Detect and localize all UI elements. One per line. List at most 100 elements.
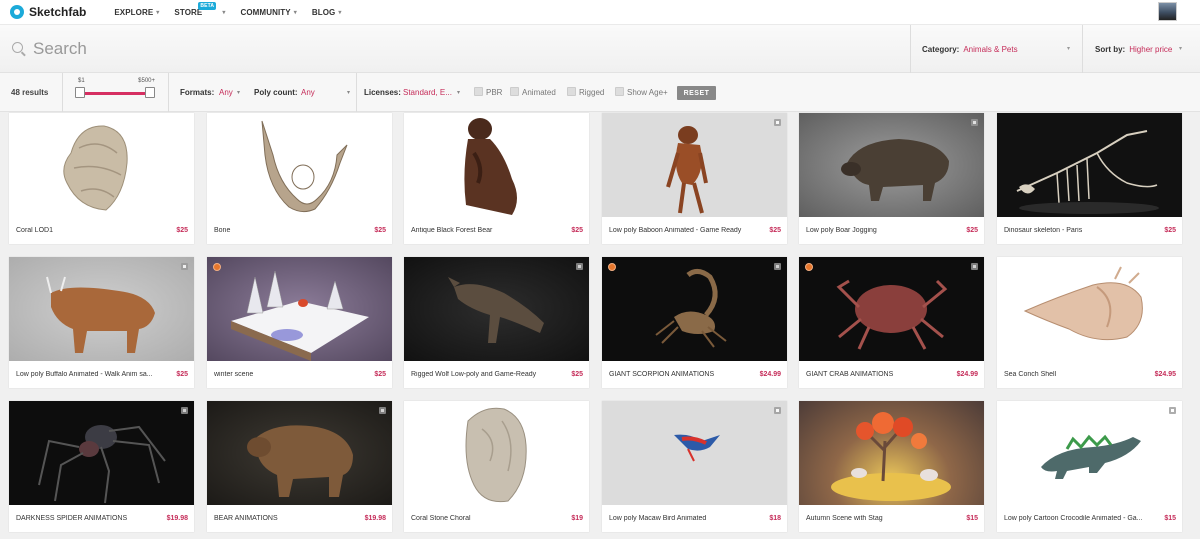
model-thumbnail[interactable] <box>602 113 787 217</box>
model-card[interactable]: Rigged Wolf Low-poly and Game-Ready $25 <box>404 257 589 388</box>
model-thumbnail[interactable] <box>9 257 194 361</box>
nav-explore[interactable]: EXPLORE ▾ <box>114 8 159 17</box>
search-input[interactable] <box>33 39 533 59</box>
model-title[interactable]: DARKNESS SPIDER ANIMATIONS <box>16 515 161 522</box>
model-title[interactable]: winter scene <box>214 371 359 378</box>
model-card[interactable]: Low poly Boar Jogging $25 <box>799 113 984 244</box>
model-title[interactable]: Coral Stone Choral <box>411 515 556 522</box>
animated-badge-icon <box>181 407 188 414</box>
model-thumbnail[interactable] <box>9 113 194 217</box>
model-title[interactable]: Coral LOD1 <box>16 227 161 234</box>
model-title[interactable]: Low poly Boar Jogging <box>806 227 951 234</box>
sort-value: Higher price <box>1129 44 1173 54</box>
model-thumbnail[interactable] <box>602 401 787 505</box>
model-card[interactable]: GIANT CRAB ANIMATIONS $24.99 <box>799 257 984 388</box>
price-min-handle[interactable] <box>75 87 85 98</box>
model-card[interactable]: Antique Black Forest Bear $25 <box>404 113 589 244</box>
model-card[interactable]: winter scene $25 <box>207 257 392 388</box>
model-title[interactable]: BEAR ANIMATIONS <box>214 515 359 522</box>
scorpion-thumbnail-art <box>655 269 727 348</box>
model-card[interactable]: Low poly Cartoon Crocodile Animated - Ga… <box>997 401 1182 532</box>
price-max-handle[interactable] <box>145 87 155 98</box>
model-card[interactable]: Dinosaur skeleton - Paris $25 <box>997 113 1182 244</box>
model-title[interactable]: Autumn Scene with Stag <box>806 515 951 522</box>
model-thumbnail[interactable] <box>602 257 787 361</box>
results-count: 48 results <box>11 88 49 97</box>
model-thumbnail[interactable] <box>207 257 392 361</box>
model-thumbnail[interactable] <box>799 113 984 217</box>
model-title[interactable]: Dinosaur skeleton - Paris <box>1004 227 1149 234</box>
conch-shell-thumbnail-art <box>1023 266 1143 341</box>
category-value: Animals & Pets <box>963 44 1018 54</box>
animated-checkbox[interactable] <box>510 87 519 96</box>
model-price: $25 <box>769 227 781 234</box>
sketchfab-logo[interactable]: Sketchfab <box>10 5 86 19</box>
model-title[interactable]: Antique Black Forest Bear <box>411 227 556 234</box>
model-title[interactable]: Low poly Macaw Bird Animated <box>609 515 754 522</box>
model-card[interactable]: GIANT SCORPION ANIMATIONS $24.99 <box>602 257 787 388</box>
price-range-slider[interactable]: $1 $500+ <box>75 77 155 107</box>
crocodile-thumbnail-art <box>1041 434 1141 479</box>
model-card[interactable]: BEAR ANIMATIONS $19.98 <box>207 401 392 532</box>
nav-blog[interactable]: BLOG ▾ <box>312 8 342 17</box>
formats-dropdown[interactable]: Any <box>219 88 233 97</box>
pbr-checkbox[interactable] <box>474 87 483 96</box>
sketchfab-logo-icon <box>10 5 24 19</box>
model-title[interactable]: GIANT CRAB ANIMATIONS <box>806 371 951 378</box>
model-title[interactable]: Low poly Cartoon Crocodile Animated - Ga… <box>1004 515 1149 522</box>
model-thumbnail[interactable] <box>997 401 1182 505</box>
model-thumbnail[interactable] <box>9 401 194 505</box>
model-card[interactable]: Coral Stone Choral $19 <box>404 401 589 532</box>
model-card[interactable]: Low poly Buffalo Animated - Walk Anim sa… <box>9 257 194 388</box>
nav-store[interactable]: STORE BETA ▾ <box>174 1 225 17</box>
model-title[interactable]: Rigged Wolf Low-poly and Game-Ready <box>411 371 556 378</box>
model-title[interactable]: Low poly Buffalo Animated - Walk Anim sa… <box>16 371 161 378</box>
price-slider-track[interactable] <box>80 92 150 95</box>
user-avatar[interactable] <box>1158 2 1177 21</box>
chevron-down-icon: ▾ <box>237 90 241 96</box>
model-card[interactable]: Sea Conch Shell $24.95 <box>997 257 1182 388</box>
top-navigation: Sketchfab EXPLORE ▾ STORE BETA ▾ COMMUNIT… <box>0 0 1200 25</box>
bear-statue-thumbnail-art <box>464 118 517 215</box>
reset-button[interactable]: RESET <box>677 86 716 100</box>
model-card[interactable]: Bone $25 <box>207 113 392 244</box>
price-min-label: $1 <box>78 78 85 84</box>
model-thumbnail[interactable] <box>997 113 1182 217</box>
model-card[interactable]: Low poly Macaw Bird Animated $18 <box>602 401 787 532</box>
show-age-checkbox[interactable] <box>615 87 624 96</box>
wolf-thumbnail-art <box>448 277 544 343</box>
model-card[interactable]: Low poly Baboon Animated - Game Ready $2… <box>602 113 787 244</box>
model-thumbnail[interactable] <box>404 113 589 217</box>
sort-dropdown[interactable]: Sort by: Higher price ▾ <box>1082 25 1200 73</box>
model-thumbnail[interactable] <box>997 257 1182 361</box>
poly-count-dropdown[interactable]: Any <box>301 88 315 97</box>
animated-icon <box>608 263 616 271</box>
model-thumbnail[interactable] <box>799 257 984 361</box>
buffalo-thumbnail-art <box>46 276 155 353</box>
model-title[interactable]: GIANT SCORPION ANIMATIONS <box>609 371 754 378</box>
model-title[interactable]: Bone <box>214 227 359 234</box>
model-title[interactable]: Low poly Baboon Animated - Game Ready <box>609 227 754 234</box>
model-title[interactable]: Sea Conch Shell <box>1004 371 1149 378</box>
bear-thumbnail-art <box>247 425 353 497</box>
model-thumbnail[interactable] <box>404 401 589 505</box>
category-dropdown[interactable]: Category: Animals & Pets ▾ <box>910 25 1082 73</box>
model-thumbnail[interactable] <box>207 401 392 505</box>
model-card[interactable]: Autumn Scene with Stag $15 <box>799 401 984 532</box>
nav-community[interactable]: COMMUNITY ▾ <box>240 8 296 17</box>
model-thumbnail[interactable] <box>799 401 984 505</box>
model-card[interactable]: Coral LOD1 $25 <box>9 113 194 244</box>
model-card[interactable]: DARKNESS SPIDER ANIMATIONS $19.98 <box>9 401 194 532</box>
divider <box>168 73 169 112</box>
animated-badge-icon <box>576 263 583 270</box>
licenses-dropdown[interactable]: Standard, E... <box>403 88 452 97</box>
model-thumbnail[interactable] <box>207 113 392 217</box>
rigged-checkbox[interactable] <box>567 87 576 96</box>
model-thumbnail[interactable] <box>404 257 589 361</box>
price-max-label: $500+ <box>138 78 155 84</box>
animated-badge-icon <box>774 407 781 414</box>
nav-community-label: COMMUNITY <box>240 7 291 17</box>
model-price: $25 <box>571 371 583 378</box>
model-price: $24.95 <box>1154 371 1176 378</box>
divider <box>356 73 357 112</box>
